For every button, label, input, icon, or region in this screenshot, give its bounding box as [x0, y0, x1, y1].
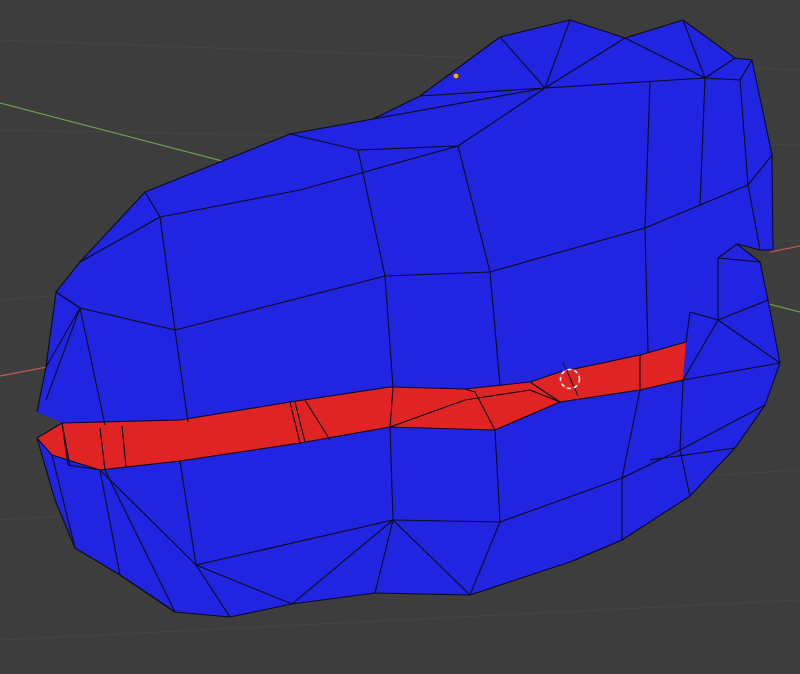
x-axis-line-right [769, 245, 800, 253]
mesh-object[interactable] [36, 19, 781, 618]
y-axis-line [0, 102, 231, 164]
object-origin-icon[interactable] [452, 72, 460, 80]
3d-viewport[interactable] [0, 0, 800, 674]
